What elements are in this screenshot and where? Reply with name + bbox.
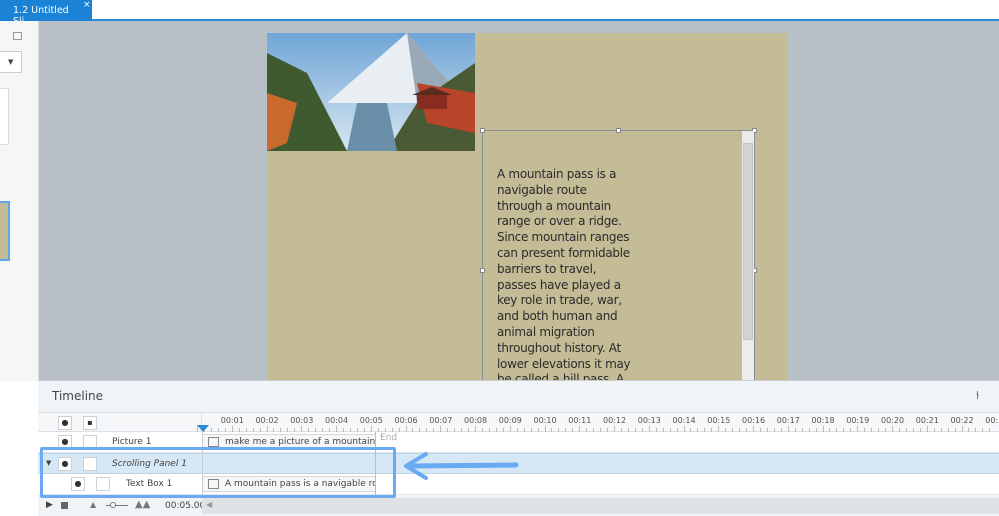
- text-line: passes have played a: [497, 277, 621, 292]
- image-icon: [208, 437, 219, 447]
- text-line: A mountain pass is a: [497, 167, 617, 181]
- ruler-tick-label: 00:18: [811, 416, 835, 425]
- ruler-tick-label: 00:21: [915, 416, 939, 425]
- zoom-in-icon[interactable]: ▲▲: [135, 499, 150, 510]
- playhead[interactable]: [197, 425, 209, 432]
- lock-icon[interactable]: ▪: [83, 416, 97, 430]
- pin-icon[interactable]: ⫮: [976, 388, 979, 403]
- ruler-tick-label: 00:20: [881, 416, 905, 425]
- bar-label: make me a picture of a mountain ...: [225, 437, 376, 447]
- arrow-annotation-icon: [404, 452, 519, 480]
- ruler-tick-label: 00:16: [742, 416, 766, 425]
- ruler-tick-label: 00:01: [220, 416, 244, 425]
- mountain-picture[interactable]: [267, 33, 475, 151]
- stop-icon[interactable]: [61, 502, 68, 509]
- tab-bar: [0, 0, 999, 21]
- restore-icon[interactable]: [13, 32, 22, 40]
- ruler-tick-label: 00:14: [672, 416, 696, 425]
- ruler-tick-label: 00:09: [498, 416, 522, 425]
- ruler-tick-label: 00:08: [464, 416, 488, 425]
- current-time: 00:05.00: [165, 501, 206, 511]
- eye-icon[interactable]: ●: [58, 416, 72, 430]
- ruler-tick-label: 00:06: [394, 416, 418, 425]
- ruler-tick-label: 00:05: [359, 416, 383, 425]
- text-line: range or over a ridge.: [497, 214, 622, 229]
- ruler-tick-label: 00:13: [637, 416, 661, 425]
- text-line: be called a hill pass. A: [497, 372, 624, 380]
- text-line: throughout history. At: [497, 340, 621, 355]
- text-line: navigable route: [497, 182, 587, 197]
- row-label: Picture 1: [112, 437, 152, 447]
- ruler-tick-label: 00:07: [429, 416, 453, 425]
- scroll-left-icon[interactable]: ◀: [206, 500, 212, 509]
- ruler-tick-label: 00:17: [776, 416, 800, 425]
- ruler-tick-label: 00:11: [568, 416, 592, 425]
- text-line: Since mountain ranges: [497, 230, 630, 245]
- ruler-tick-label: 00:22: [950, 416, 974, 425]
- tab-untitled-slide[interactable]: 1.2 Untitled Sli...: [0, 0, 92, 27]
- text-line: barriers to travel,: [497, 261, 597, 276]
- text-line: through a mountain: [497, 198, 611, 213]
- highlight-annotation: [40, 447, 396, 498]
- dropdown[interactable]: ▼: [0, 51, 22, 73]
- ruler-tick-label: 00:15: [707, 416, 731, 425]
- resize-handle[interactable]: [480, 128, 485, 133]
- left-panel: ▼: [0, 21, 39, 381]
- timeline-title: Timeline: [52, 389, 104, 403]
- text-line: key role in trade, war,: [497, 293, 622, 308]
- end-label: End: [380, 433, 398, 443]
- text-line: animal migration: [497, 324, 595, 339]
- play-icon[interactable]: ▶: [46, 500, 53, 510]
- zoom-slider-thumb[interactable]: [110, 502, 116, 508]
- scrollbar-thumb[interactable]: [743, 143, 753, 340]
- resize-handle[interactable]: [480, 268, 485, 273]
- resize-handle[interactable]: [616, 128, 621, 133]
- text-line: and both human and: [497, 309, 618, 324]
- timeline-ruler[interactable]: ● ▪ 00:01 00:02 00:03 00:04 00:05 00:06 00:07 0…: [38, 412, 999, 433]
- preview-box: [0, 88, 9, 145]
- scroll-text: A mountain pass is a navigable route throu…: [497, 167, 637, 380]
- ruler-tick-label: 00:03: [290, 416, 314, 425]
- zoom-out-icon[interactable]: ▲: [90, 500, 96, 509]
- text-line: can present formidable: [497, 245, 630, 260]
- ruler-tick-label: 00:04: [325, 416, 349, 425]
- ruler-tick-label: 00:10: [533, 416, 557, 425]
- ruler-tick-label: 00:02: [255, 416, 279, 425]
- ruler-tick-label: 00:12: [603, 416, 627, 425]
- ruler-tick-label: 00:19: [846, 416, 870, 425]
- close-icon[interactable]: ×: [83, 0, 91, 10]
- slide-thumbnail[interactable]: [0, 201, 10, 261]
- chevron-down-icon: ▼: [8, 58, 14, 66]
- horizontal-scrollbar[interactable]: ◀: [202, 498, 999, 514]
- ruler-tick-label: 00:23: [985, 416, 999, 425]
- text-line: lower elevations it may: [497, 356, 631, 371]
